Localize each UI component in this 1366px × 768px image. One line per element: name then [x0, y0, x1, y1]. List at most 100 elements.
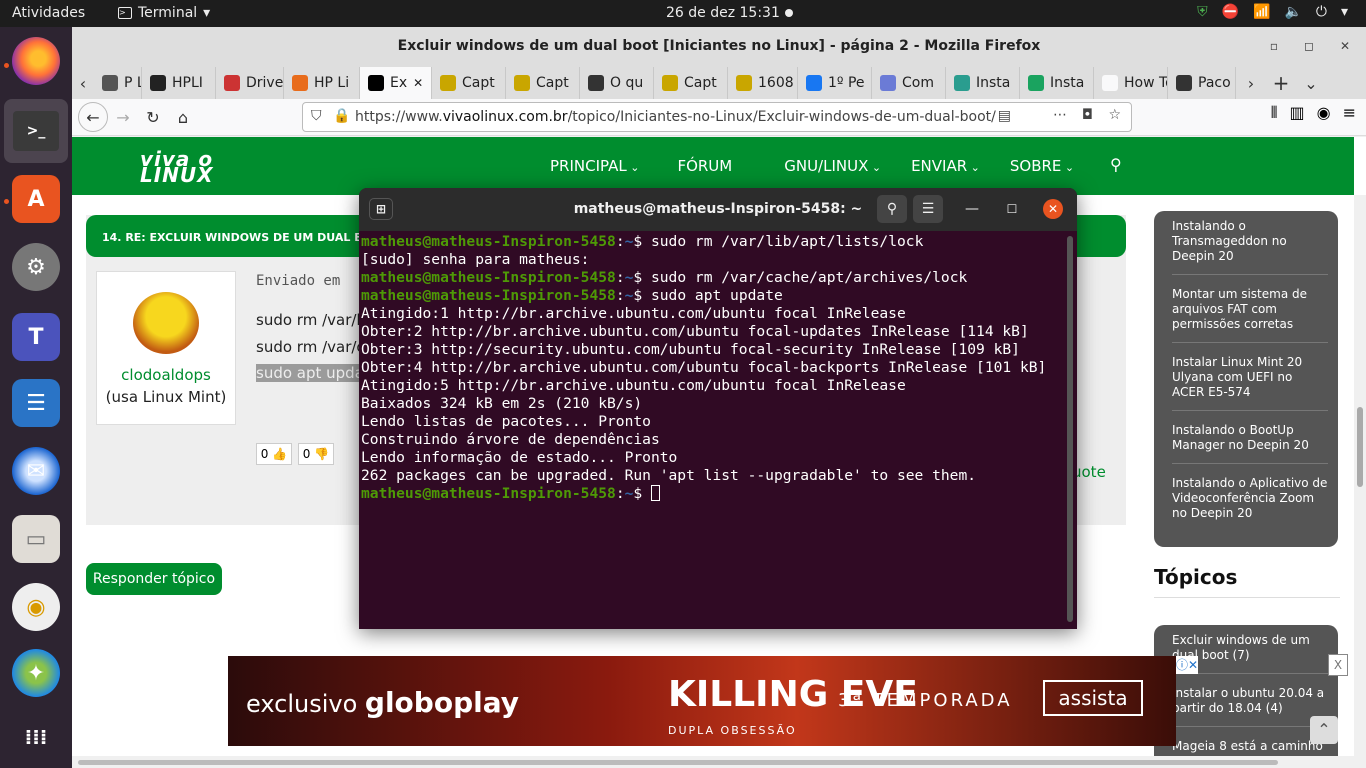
- bookmark-star-icon[interactable]: ☆: [1108, 107, 1121, 123]
- tracking-protection-icon[interactable]: ⛉: [311, 108, 322, 124]
- browser-tab[interactable]: Drive: [216, 67, 284, 99]
- nav-gnu-linux[interactable]: GNU/LINUX: [784, 157, 881, 175]
- minimize-button[interactable]: —: [959, 188, 985, 231]
- nav-sobre[interactable]: SOBRE: [1010, 157, 1074, 175]
- lock-icon[interactable]: 🔒: [333, 108, 350, 124]
- terminal-icon[interactable]: >_: [4, 99, 68, 163]
- wifi-icon[interactable]: 📶: [1253, 4, 1270, 20]
- firefox-icon[interactable]: [12, 37, 60, 85]
- terminal-header-bar[interactable]: ⊞ matheus@matheus-Inspiron-5458: ~ ⚲ ☰ —…: [359, 188, 1077, 231]
- shield-icon[interactable]: ⛨: [1197, 4, 1208, 20]
- browser-tab[interactable]: 1º Pe: [798, 67, 872, 99]
- show-apps-icon[interactable]: ⁞⁞⁞: [12, 713, 60, 761]
- window-title-bar[interactable]: Excluir windows de um dual boot [Inician…: [72, 27, 1366, 65]
- text-editor-icon[interactable]: ☰: [12, 379, 60, 427]
- browser-tab[interactable]: Com: [872, 67, 946, 99]
- hamburger-menu-icon[interactable]: ☰: [913, 195, 943, 223]
- topic-item[interactable]: Instalar o ubuntu 20.04 a partir do 18.0…: [1172, 682, 1328, 727]
- ad-info-close-button[interactable]: ⓘ✕: [1176, 656, 1198, 674]
- sidebar-article[interactable]: Instalar Linux Mint 20 Ulyana com UEFI n…: [1172, 351, 1328, 411]
- account-icon[interactable]: ◉: [1317, 103, 1331, 123]
- sidebar-article[interactable]: Instalando o Transmageddon no Deepin 20: [1172, 215, 1328, 275]
- list-all-tabs-button[interactable]: ⌄: [1296, 67, 1326, 99]
- search-icon[interactable]: ⚲: [877, 195, 907, 223]
- maximize-button[interactable]: ☐: [999, 188, 1025, 231]
- browser-tab[interactable]: O qu: [580, 67, 654, 99]
- quote-link[interactable]: uote: [1072, 463, 1106, 481]
- page-scrollbar[interactable]: [1354, 195, 1366, 768]
- browser-tab[interactable]: 1608: [728, 67, 798, 99]
- minimize-button[interactable]: ▫: [1270, 27, 1278, 65]
- page-actions-icon[interactable]: ⋯: [1053, 107, 1067, 123]
- scroll-to-top-button[interactable]: ⌃: [1310, 716, 1338, 744]
- forward-button[interactable]: →: [108, 102, 138, 132]
- thunderbird-icon[interactable]: ✉: [12, 447, 60, 495]
- library-icon[interactable]: ⫴: [1271, 103, 1278, 123]
- browser-tab[interactable]: HPLI: [142, 67, 216, 99]
- maximize-button[interactable]: ◻: [1304, 27, 1314, 65]
- url-bar[interactable]: ⛉ 🔒 https://www. vivaolinux.com.br/topico…: [302, 102, 1132, 132]
- menu-icon[interactable]: ≡: [1343, 103, 1356, 123]
- back-button[interactable]: ←: [78, 102, 108, 132]
- power-icon[interactable]: ⏻: [1316, 4, 1327, 20]
- terminal-scrollbar[interactable]: [1067, 236, 1073, 622]
- nav-principal[interactable]: PRINCIPAL: [550, 157, 639, 175]
- software-center-icon[interactable]: A: [12, 175, 60, 223]
- scrollbar-thumb[interactable]: [1357, 407, 1363, 487]
- close-tab-icon[interactable]: ✕: [413, 76, 423, 90]
- scrollbar-thumb[interactable]: [78, 760, 1278, 765]
- vote-down-button[interactable]: 0 👎: [298, 443, 334, 465]
- reload-button[interactable]: ↻: [138, 102, 168, 132]
- ad-watch-button[interactable]: assista: [1043, 680, 1143, 716]
- chevron-down-icon[interactable]: ▾: [1341, 4, 1348, 20]
- tab-scroll-left-button[interactable]: ‹: [72, 67, 94, 99]
- pocket-icon[interactable]: ◘: [1082, 107, 1093, 123]
- sidebar-article[interactable]: Montar um sistema de arquivos FAT com pe…: [1172, 283, 1328, 343]
- browser-tab[interactable]: Capt: [506, 67, 580, 99]
- new-tab-icon[interactable]: ⊞: [369, 198, 393, 220]
- terminal-output[interactable]: matheus@matheus-Inspiron-5458:~$ sudo rm…: [361, 233, 1061, 503]
- close-button[interactable]: ✕: [1340, 27, 1350, 65]
- sidebar-article[interactable]: Instalando o BootUp Manager no Deepin 20: [1172, 419, 1328, 464]
- browser-tab[interactable]: Capt: [654, 67, 728, 99]
- browser-tab[interactable]: Paco: [1168, 67, 1236, 99]
- close-button[interactable]: ✕: [1043, 199, 1063, 219]
- files-icon[interactable]: ▭: [12, 515, 60, 563]
- nav-forum[interactable]: FÓRUM: [677, 157, 732, 175]
- advertisement-banner[interactable]: exclusivo globoplay KILLING EVE DUPLA OB…: [228, 656, 1176, 746]
- home-button[interactable]: ⌂: [168, 102, 198, 132]
- avatar[interactable]: [133, 292, 199, 354]
- site-logo[interactable]: viva o LINUX: [140, 149, 214, 185]
- browser-tab[interactable]: Ex ✕: [360, 67, 432, 99]
- browser-tab[interactable]: Insta: [946, 67, 1020, 99]
- nav-enviar[interactable]: ENVIAR: [911, 157, 980, 175]
- user-name[interactable]: clodoaldops: [97, 366, 235, 384]
- app-menu[interactable]: > Terminal ▾: [118, 5, 210, 21]
- browser-tab[interactable]: Insta: [1020, 67, 1094, 99]
- search-icon[interactable]: ⚲: [1110, 155, 1122, 174]
- rhythmbox-icon[interactable]: ◉: [12, 583, 60, 631]
- reader-view-icon[interactable]: ▤: [997, 108, 1011, 124]
- reply-topic-button[interactable]: Responder tópico: [86, 563, 222, 595]
- tab-scroll-right-button[interactable]: ›: [1236, 67, 1266, 99]
- settings-icon[interactable]: ⚙: [12, 243, 60, 291]
- ad-show-subtitle: DUPLA OBSESSÃO: [668, 724, 797, 737]
- activities-button[interactable]: Atividades: [12, 5, 85, 21]
- browser-tab[interactable]: HP Li: [284, 67, 360, 99]
- volume-icon[interactable]: 🔈: [1284, 4, 1301, 20]
- vote-up-button[interactable]: 0 👍: [256, 443, 292, 465]
- browser-tab[interactable]: Capt: [432, 67, 506, 99]
- sidebar-icon[interactable]: ▥: [1290, 103, 1305, 123]
- new-tab-button[interactable]: +: [1266, 67, 1296, 99]
- sidebar-article[interactable]: Instalando o Aplicativo de Videoconferên…: [1172, 472, 1328, 531]
- clock[interactable]: 26 de dez 15:31: [666, 5, 780, 21]
- system-tray[interactable]: ⛨ ⛔ 📶 🔈 ⏻ ▾: [1197, 4, 1348, 20]
- ad-close-button[interactable]: X: [1328, 654, 1348, 676]
- browser-tab[interactable]: P Li: [94, 67, 142, 99]
- vote-down-count: 0: [302, 447, 311, 461]
- network-icon[interactable]: ✦: [12, 649, 60, 697]
- horizontal-scrollbar[interactable]: [72, 756, 1354, 768]
- teams-icon[interactable]: T: [12, 313, 60, 361]
- browser-tab[interactable]: How To: [1094, 67, 1168, 99]
- do-not-disturb-icon[interactable]: ⛔: [1222, 4, 1239, 20]
